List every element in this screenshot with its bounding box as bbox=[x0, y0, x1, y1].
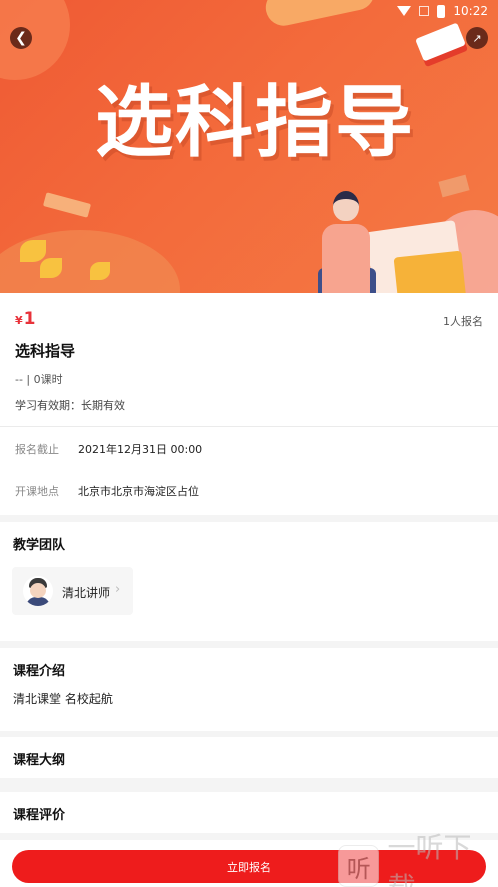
teacher-card[interactable]: 清北讲师 › bbox=[12, 567, 133, 615]
avatar bbox=[23, 576, 53, 606]
course-title: 选科指导 bbox=[15, 342, 76, 360]
status-bar: 10:22 bbox=[397, 2, 488, 20]
section-title-outline: 课程大纲 bbox=[13, 753, 66, 768]
deadline-label: 报名截止 bbox=[15, 443, 59, 456]
book-illustration bbox=[415, 22, 466, 62]
location-label: 开课地点 bbox=[15, 485, 59, 498]
course-price: ¥1 bbox=[15, 309, 36, 329]
leaf-illustration bbox=[20, 240, 46, 262]
back-arrow-icon: ❮ bbox=[15, 30, 27, 46]
course-meta: -- | 0课时 bbox=[15, 373, 63, 386]
divider bbox=[0, 426, 498, 427]
course-banner: 选科指导 10:22 ❮ ↗ bbox=[0, 0, 498, 293]
price-value: 1 bbox=[23, 309, 36, 329]
leaf-illustration bbox=[90, 262, 110, 280]
banner-title: 选科指导 bbox=[95, 78, 416, 168]
wifi-icon bbox=[397, 6, 412, 16]
status-time: 10:22 bbox=[453, 4, 488, 18]
teacher-name: 清北讲师 bbox=[62, 586, 111, 600]
banner-decoration bbox=[262, 0, 378, 30]
leaf-illustration bbox=[40, 258, 62, 278]
intro-text: 清北课堂 名校起航 bbox=[13, 692, 113, 706]
section-title-intro: 课程介绍 bbox=[13, 664, 66, 679]
enroll-count: 1人报名 bbox=[443, 315, 483, 328]
battery-icon bbox=[437, 4, 446, 18]
section-title-reviews: 课程评价 bbox=[13, 808, 66, 823]
section-title-team: 教学团队 bbox=[13, 538, 66, 553]
person-illustration bbox=[333, 191, 359, 221]
course-validity: 学习有效期：长期有效 bbox=[15, 399, 125, 412]
course-outline-section[interactable] bbox=[0, 737, 498, 778]
share-icon: ↗ bbox=[472, 31, 482, 45]
share-button[interactable]: ↗ bbox=[466, 27, 488, 49]
book-illustration bbox=[42, 192, 92, 218]
book-illustration bbox=[438, 174, 470, 198]
deadline-value: 2021年12月31日 00:00 bbox=[78, 443, 203, 456]
watermark-text: 一听下载 bbox=[387, 831, 472, 887]
watermark: 听 一听下载 bbox=[338, 831, 498, 887]
book-illustration bbox=[393, 250, 467, 293]
person-illustration bbox=[322, 224, 370, 293]
back-button[interactable]: ❮ bbox=[10, 27, 32, 49]
currency-symbol: ¥ bbox=[15, 314, 23, 327]
chevron-right-icon: › bbox=[115, 582, 121, 597]
watermark-logo: 听 bbox=[338, 845, 380, 887]
location-value: 北京市北京市海淀区占位 bbox=[78, 485, 199, 498]
signal-icon bbox=[419, 6, 430, 16]
